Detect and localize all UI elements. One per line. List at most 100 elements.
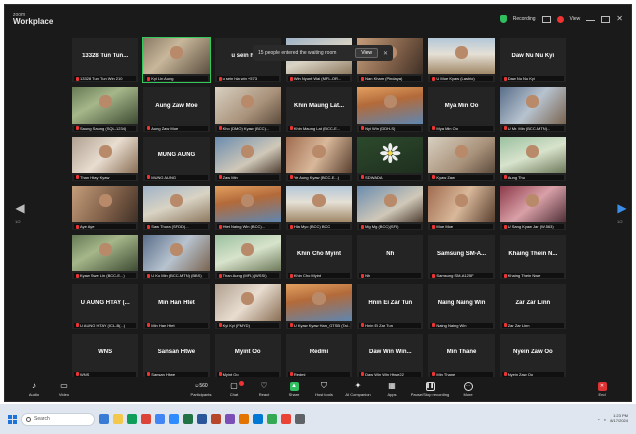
participant-tile[interactable]: Nyein Zaw Oo Nyein Zaw Oo — [498, 332, 567, 379]
participant-tile[interactable]: Daw Win Win... Daw Win Win Htwe22 — [356, 332, 425, 379]
notification-close-icon[interactable]: ✕ — [383, 50, 388, 57]
maps-icon[interactable] — [267, 414, 277, 424]
muted-mic-icon — [289, 126, 293, 131]
participant-tile[interactable]: Mg Mg (BCC)(SFI) — [356, 184, 425, 232]
participant-tile[interactable]: Ye Aung Kyaw (BCC-E...) — [284, 135, 354, 182]
participant-tile[interactable]: Htet Naing Win (BCC)... — [213, 184, 282, 232]
share-button[interactable]: ▲ Share — [279, 381, 309, 397]
participant-tile[interactable]: Saw Thura (SFDD)... — [142, 184, 211, 232]
pause-icon: ❚❚ — [425, 381, 435, 391]
participant-name: Zar Zar Linn — [515, 299, 551, 306]
participant-tile[interactable]: Kyaw Swe Lin (BCC-E...) — [71, 234, 140, 281]
edge-browser-icon[interactable] — [127, 414, 137, 424]
participant-tile[interactable]: U Sang Kyaw Jar (W.563) — [498, 184, 567, 232]
participant-tile[interactable]: Hnin Ei Zar Tun Hnin Ei Zar Tun — [356, 283, 425, 330]
close-icon[interactable]: ✕ — [616, 15, 623, 23]
wifi-icon[interactable]: ◔ — [597, 417, 599, 422]
start-menu-icon[interactable] — [8, 414, 17, 424]
participant-tile[interactable]: Hla Myo (BCC) BCC — [284, 184, 354, 232]
participant-tile[interactable]: Samsung SM-A... Samsung SM-A125F — [427, 234, 496, 281]
participant-tile[interactable]: Kyi Kyi (FMYD) — [213, 283, 282, 330]
participant-tile[interactable]: WNS WNS — [71, 332, 140, 379]
participant-tile[interactable]: Moe Moe — [427, 184, 496, 232]
participant-tile[interactable]: U Kyaw Kyaw Han_GTSB (Tal...) — [284, 283, 354, 330]
participant-tile[interactable]: MUNG AUNG MUNG AUNG — [142, 135, 211, 182]
participant-tile[interactable]: Than Aung (MFL)(WSSI) — [213, 234, 282, 281]
participant-tile[interactable]: Saung Saung (SQL-1234) — [71, 86, 140, 133]
next-page-icon[interactable]: ▶ — [617, 201, 627, 215]
participant-tile[interactable]: U AUNG HTAY (... U AUNG HTAY (ICL-B(...) — [71, 283, 140, 330]
end-meeting-button[interactable]: ✕ End — [587, 381, 617, 397]
chat-button[interactable]: ▢ Chat — [219, 380, 249, 397]
participants-button[interactable]: ☺ 560 Participants — [183, 382, 219, 397]
participant-tile[interactable]: Kyi Lin Aung — [142, 37, 211, 84]
audio-button[interactable]: ♪ Audio — [19, 382, 49, 397]
mail-icon[interactable] — [155, 414, 165, 424]
participants-count: 560 — [199, 382, 208, 389]
participant-name: Nyein Zaw Oo — [513, 349, 553, 356]
media-icon[interactable] — [281, 414, 291, 424]
react-button[interactable]: ♡ React — [249, 382, 279, 397]
chrome-icon[interactable] — [141, 414, 151, 424]
layout-icon[interactable] — [541, 15, 551, 23]
participant-tile[interactable]: SDWADA — [356, 135, 425, 182]
taskbar-search[interactable]: Search — [21, 412, 95, 426]
word-icon[interactable] — [197, 414, 207, 424]
previous-page-icon[interactable]: ◀ — [15, 201, 25, 215]
end-label: End — [598, 391, 606, 397]
participant-video — [143, 185, 210, 223]
participant-tile[interactable]: 13328 Tun Tun... 13328 Tun Tun Win 210 — [71, 37, 140, 84]
zoom-app-icon[interactable] — [169, 414, 179, 424]
muted-mic-icon — [432, 175, 436, 180]
participant-tile[interactable]: Than Htay Kyaw — [71, 135, 140, 182]
participant-tile[interactable]: Redmi Redmi — [284, 332, 354, 379]
participant-tile[interactable]: Mya Min Oo Mya Min Oo — [427, 86, 496, 133]
participant-tile[interactable]: Min Thane Min Thane — [427, 332, 496, 379]
participant-tile[interactable]: Aung Zaw Moe Aung Zaw Moe — [142, 86, 211, 133]
participant-tile[interactable]: Daw Nu Nu Kyi Daw Nu Nu Kyi — [498, 37, 567, 84]
video-button[interactable]: ▭ Video — [49, 382, 79, 397]
participant-label-text: U Ko Min (BCC-MTN) (BBS) — [151, 273, 202, 279]
participant-tile[interactable]: Khin Cho Myint Khin Cho Myint — [284, 234, 354, 281]
maximize-icon[interactable] — [601, 15, 611, 23]
participant-tile[interactable]: U Moe Kyaw (Lashio) — [427, 37, 496, 84]
host-tools-button[interactable]: ⛉ Host tools — [309, 382, 339, 397]
file-explorer-icon[interactable] — [113, 414, 123, 424]
participant-tile[interactable]: U Ko Min (BCC-MTN) (BBS) — [142, 234, 211, 281]
participant-tile[interactable]: Nyi Win (DDH-S) — [356, 86, 425, 133]
participant-tile[interactable]: Aung Thu — [498, 135, 567, 182]
minimize-icon[interactable] — [586, 17, 596, 21]
participant-video — [72, 185, 139, 223]
clock[interactable]: 1:23 PM 8/17/2024 — [610, 413, 628, 424]
ai-companion-button[interactable]: ✦ AI Companion — [339, 382, 377, 397]
participant-tile[interactable]: Khaing Thein N... Khaing Thein Nwe — [498, 234, 567, 281]
participant-tile[interactable]: Khin Maung Lat... Khin Maung Lat (BCC-E..… — [284, 86, 354, 133]
notification-view-button[interactable]: View — [355, 48, 378, 58]
participant-tile[interactable]: Myint Oo Myint Oo — [213, 332, 282, 379]
more-button[interactable]: ··· More — [453, 381, 483, 397]
participant-tile[interactable]: Zar Zar Linn Zar Zar Linn — [498, 283, 567, 330]
photos-icon[interactable] — [239, 414, 249, 424]
task-view-icon[interactable] — [99, 414, 109, 424]
apps-button[interactable]: ▦ Apps — [377, 382, 407, 397]
participant-tile[interactable]: Zaw Min — [213, 135, 282, 182]
participant-tile[interactable]: Naing Naing Win Naing Naing Win — [427, 283, 496, 330]
participant-label-text: Khin Maung Lat (BCC-E... — [293, 125, 341, 131]
excel-icon[interactable] — [183, 414, 193, 424]
participant-tile[interactable]: Kyaw Zaw — [427, 135, 496, 182]
participant-tile[interactable]: Nh Nh — [356, 234, 425, 281]
participant-tile[interactable]: Kho (DMO) Kyaw (BCC)... — [213, 86, 282, 133]
participant-tile[interactable]: Sansan Htwe Sansan Htwe — [142, 332, 211, 379]
powerpoint-icon[interactable] — [211, 414, 221, 424]
volume-icon[interactable]: ◖ — [604, 417, 606, 422]
muted-mic-icon — [432, 323, 436, 328]
settings-gear-icon[interactable] — [295, 414, 305, 424]
recording-control-button[interactable]: ❚❚ Pause/Stop recording — [407, 381, 453, 397]
view-button[interactable]: View — [570, 16, 581, 22]
participant-tile[interactable]: U Mr. Min (BCC-MTN)... — [498, 86, 567, 133]
participant-tile[interactable]: Min Han Htet Min Han Htet — [142, 283, 211, 330]
teams-icon[interactable] — [225, 414, 235, 424]
outlook-icon[interactable] — [253, 414, 263, 424]
security-shield-icon[interactable] — [499, 15, 507, 23]
participant-tile[interactable]: Aye Aye — [71, 184, 140, 232]
